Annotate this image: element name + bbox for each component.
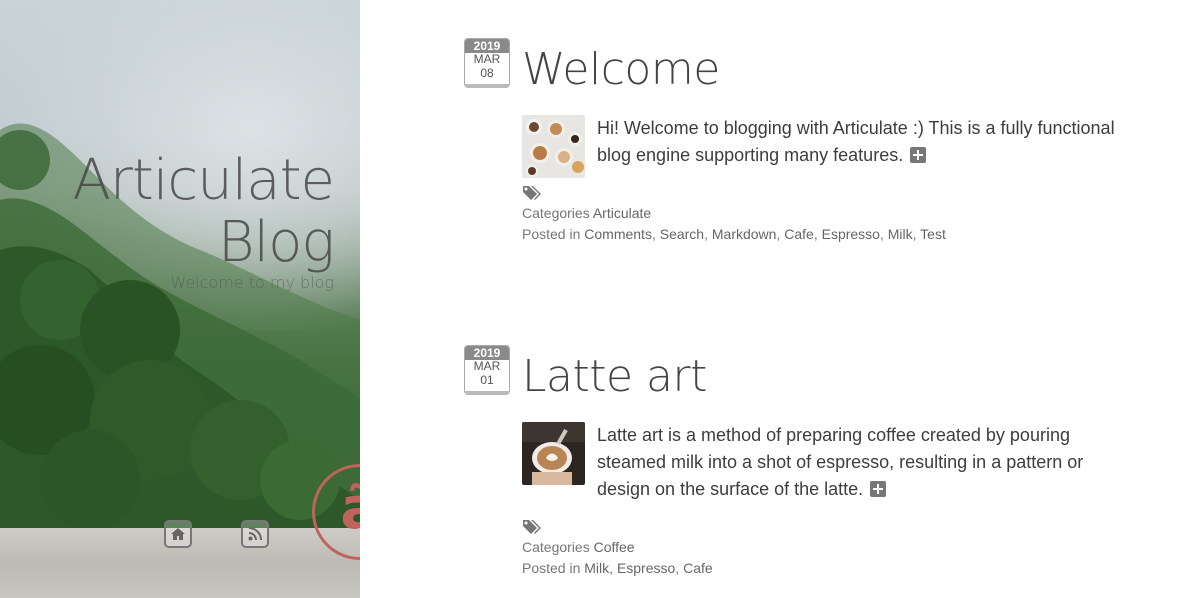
blog-title-line1: Articulate	[72, 148, 335, 213]
post-title-link[interactable]: Latte art	[522, 351, 707, 402]
date-month: MAR	[473, 359, 501, 373]
post-categories: Categories Coffee	[522, 539, 635, 555]
post-title-link[interactable]: Welcome	[522, 44, 720, 95]
post-excerpt-text: Hi! Welcome to blogging with Articulate …	[597, 118, 1115, 165]
tags-label: Posted in	[522, 226, 581, 242]
tag-link[interactable]: Markdown	[712, 226, 777, 242]
date-month: MAR	[473, 52, 501, 66]
rss-icon	[248, 527, 262, 541]
blog-title-line2: Blog	[217, 210, 335, 275]
categories-label: Categories	[522, 205, 590, 221]
rss-button[interactable]	[241, 520, 269, 548]
date-day: 01	[480, 373, 494, 387]
post-excerpt-text: Latte art is a method of preparing coffe…	[597, 425, 1084, 499]
tag-link[interactable]: Milk	[584, 560, 609, 576]
date-badge: 2019 MAR 01	[464, 345, 510, 395]
category-link[interactable]: Coffee	[594, 539, 635, 555]
post-thumbnail[interactable]	[522, 115, 585, 178]
tag-link[interactable]: Cafe	[683, 560, 713, 576]
tag-link[interactable]: Espresso	[617, 560, 675, 576]
tag-link[interactable]: Cafe	[784, 226, 814, 242]
post-categories: Categories Articulate	[522, 205, 651, 221]
post-tags: Posted in Comments, Search, Markdown, Ca…	[522, 226, 946, 242]
blog-subtitle: Welcome to my blog	[170, 273, 334, 292]
blog-title[interactable]: Articulate Blog	[72, 148, 335, 275]
post-tags: Posted in Milk, Espresso, Cafe	[522, 560, 713, 576]
tag-link[interactable]: Search	[660, 226, 704, 242]
tags-icon	[523, 186, 541, 200]
tag-link[interactable]: Comments	[584, 226, 652, 242]
logo-letter: ã	[340, 474, 360, 542]
tags-icon	[523, 520, 541, 534]
home-icon	[171, 528, 185, 540]
forest-background-image	[0, 123, 360, 530]
date-year: 2019	[465, 346, 509, 360]
read-more-icon[interactable]	[870, 481, 887, 497]
date-badge: 2019 MAR 08	[464, 38, 510, 88]
date-day: 08	[480, 66, 494, 80]
blog-header-hero: Articulate Blog Welcome to my blog ã	[0, 0, 360, 598]
category-link[interactable]: Articulate	[593, 205, 651, 221]
tag-link[interactable]: Espresso	[822, 226, 880, 242]
categories-label: Categories	[522, 539, 590, 555]
tag-link[interactable]: Test	[920, 226, 946, 242]
tag-link[interactable]: Milk	[888, 226, 913, 242]
read-more-icon[interactable]	[910, 147, 927, 163]
coffee-cups-image	[522, 115, 585, 178]
home-button[interactable]	[164, 520, 192, 548]
date-year: 2019	[465, 39, 509, 53]
post-excerpt: Hi! Welcome to blogging with Articulate …	[597, 115, 1127, 169]
post-excerpt: Latte art is a method of preparing coffe…	[597, 422, 1127, 503]
post-thumbnail[interactable]	[522, 422, 585, 485]
tags-label: Posted in	[522, 560, 581, 576]
latte-image	[522, 422, 585, 485]
